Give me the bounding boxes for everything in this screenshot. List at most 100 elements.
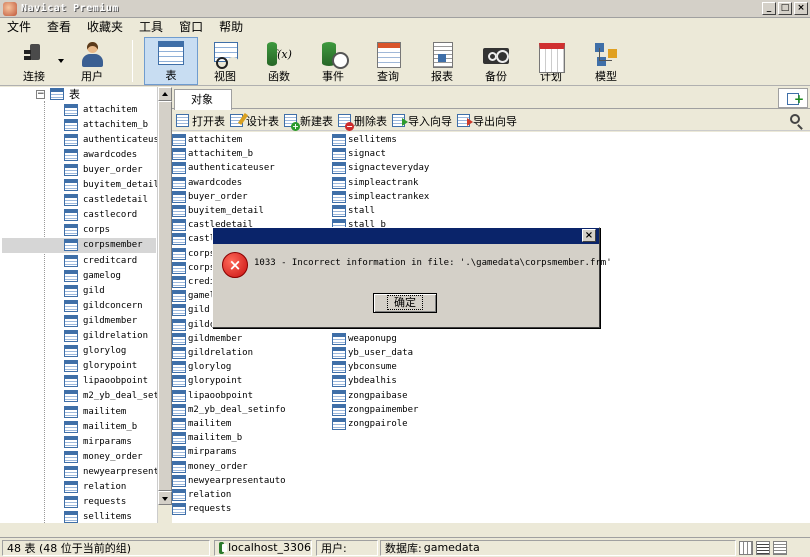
- tree-item[interactable]: mailitem_b: [64, 419, 137, 434]
- tree-item[interactable]: buyer_order: [64, 162, 143, 177]
- scroll-thumb[interactable]: [158, 101, 172, 491]
- ok-button[interactable]: 确定: [373, 293, 437, 313]
- design-table-button[interactable]: 设计表: [230, 112, 279, 130]
- tree-item[interactable]: creditcard: [64, 253, 137, 268]
- object-item[interactable]: zongpairole: [332, 417, 408, 431]
- object-item[interactable]: requests: [172, 502, 231, 516]
- tree-item[interactable]: newyearpresentauto: [64, 464, 169, 479]
- object-item[interactable]: stall: [332, 204, 375, 218]
- detail-view-icon[interactable]: [773, 540, 787, 555]
- tree-item[interactable]: mirparams: [64, 434, 132, 449]
- model-button[interactable]: 模型: [584, 37, 628, 85]
- minimize-button[interactable]: _: [762, 2, 776, 15]
- scroll-down-button[interactable]: [158, 491, 172, 505]
- tree-item[interactable]: buyitem_detail: [64, 178, 159, 193]
- query-button[interactable]: 查询: [366, 37, 410, 85]
- object-item[interactable]: gild: [172, 303, 210, 317]
- object-item[interactable]: awardcodes: [172, 176, 242, 190]
- object-item[interactable]: authenticateuser: [172, 161, 275, 175]
- import-wizard-button[interactable]: 导入向导: [392, 112, 452, 130]
- menu-file[interactable]: 文件: [0, 18, 40, 36]
- delete-table-button[interactable]: 删除表: [338, 112, 387, 131]
- tree-scrollbar[interactable]: [157, 87, 172, 523]
- object-item[interactable]: weaponupg: [332, 332, 397, 346]
- menu-favorites[interactable]: 收藏夹: [80, 18, 132, 36]
- menu-window[interactable]: 窗口: [172, 18, 212, 36]
- object-item[interactable]: simpleactrank: [332, 176, 418, 190]
- menu-tools[interactable]: 工具: [132, 18, 172, 36]
- object-item[interactable]: newyearpresentauto: [172, 474, 286, 488]
- tree-item[interactable]: glorylog: [64, 344, 126, 359]
- schedule-button[interactable]: 计划: [529, 37, 573, 85]
- dialog-close-button[interactable]: ×: [582, 229, 596, 242]
- object-item[interactable]: simpleactrankex: [332, 190, 429, 204]
- tree-item[interactable]: lipaoobpoint: [64, 374, 148, 389]
- tree-item[interactable]: gamelog: [64, 268, 121, 283]
- tree-item[interactable]: awardcodes: [64, 147, 137, 162]
- event-button[interactable]: 事件: [311, 37, 355, 85]
- collapse-icon[interactable]: −: [36, 89, 45, 99]
- function-button[interactable]: 函数: [257, 37, 301, 85]
- tree-item[interactable]: relation: [64, 480, 126, 495]
- object-item[interactable]: buyer_order: [172, 190, 248, 204]
- tree-item[interactable]: m2_yb_deal_setinfo: [64, 389, 169, 404]
- menu-help[interactable]: 帮助: [212, 18, 252, 36]
- tree-item[interactable]: castlecord: [64, 208, 137, 223]
- tree-item[interactable]: money_order: [64, 449, 143, 464]
- tree-item[interactable]: mailitem: [64, 404, 126, 419]
- tree-item[interactable]: corps: [64, 223, 110, 238]
- tree-item[interactable]: gild: [64, 283, 105, 298]
- tree-item[interactable]: attachitem_b: [64, 117, 148, 132]
- object-item[interactable]: attachitem_b: [172, 147, 253, 161]
- object-item[interactable]: relation: [172, 488, 231, 502]
- open-table-button[interactable]: 打开表: [176, 112, 225, 130]
- object-item[interactable]: gildrelation: [172, 346, 253, 360]
- object-item[interactable]: glorylog: [172, 360, 231, 374]
- new-table-button[interactable]: 新建表: [284, 112, 333, 131]
- new-tab-icon[interactable]: [778, 88, 808, 108]
- object-item[interactable]: zongpaimember: [332, 403, 418, 417]
- tree-item[interactable]: glorypoint: [64, 359, 137, 374]
- scroll-up-button[interactable]: [158, 87, 172, 101]
- tree-item[interactable]: gildmember: [64, 313, 137, 328]
- menu-view[interactable]: 查看: [40, 18, 80, 36]
- object-item[interactable]: buyitem_detail: [172, 204, 264, 218]
- export-wizard-button[interactable]: 导出向导: [457, 112, 517, 130]
- search-icon[interactable]: [790, 114, 800, 124]
- tree-node-tables[interactable]: − 表: [36, 87, 80, 101]
- grid-view-icon[interactable]: [739, 540, 753, 555]
- tree-item[interactable]: attachitem: [64, 102, 137, 117]
- maximize-button[interactable]: □: [778, 2, 792, 15]
- tree-item[interactable]: sellitems: [64, 510, 132, 523]
- tree-item[interactable]: gildconcern: [64, 298, 143, 313]
- tree-item[interactable]: requests: [64, 495, 126, 510]
- report-button[interactable]: 报表: [420, 37, 464, 85]
- backup-button[interactable]: 备份: [474, 37, 518, 85]
- user-button[interactable]: 用户: [70, 37, 114, 85]
- object-item[interactable]: glorypoint: [172, 374, 242, 388]
- tree-item[interactable]: castledetail: [64, 193, 148, 208]
- object-item[interactable]: yb_user_data: [332, 346, 413, 360]
- object-item[interactable]: money_order: [172, 460, 248, 474]
- connect-dropdown-icon[interactable]: [58, 59, 64, 63]
- object-item[interactable]: zongpaibase: [332, 389, 408, 403]
- object-item[interactable]: mailitem_b: [172, 431, 242, 445]
- object-item[interactable]: mirparams: [172, 445, 237, 459]
- object-item[interactable]: ybconsume: [332, 360, 397, 374]
- table-button[interactable]: 表: [144, 37, 198, 85]
- list-view-icon[interactable]: [756, 540, 770, 555]
- tree-item[interactable]: corpsmember: [2, 237, 156, 253]
- object-item[interactable]: attachitem: [172, 133, 242, 147]
- tree-item[interactable]: authenticateuser: [64, 132, 169, 147]
- object-item[interactable]: m2_yb_deal_setinfo: [172, 403, 286, 417]
- object-item[interactable]: ybdealhis: [332, 374, 397, 388]
- close-button[interactable]: ×: [794, 2, 808, 15]
- object-item[interactable]: sellitems: [332, 133, 397, 147]
- view-button[interactable]: 视图: [203, 37, 247, 85]
- object-item[interactable]: lipaoobpoint: [172, 389, 253, 403]
- object-item[interactable]: mailitem: [172, 417, 231, 431]
- object-item[interactable]: gildmember: [172, 332, 242, 346]
- connect-button[interactable]: 连接: [12, 37, 56, 85]
- object-item[interactable]: signact: [332, 147, 386, 161]
- object-item[interactable]: corps: [172, 247, 215, 261]
